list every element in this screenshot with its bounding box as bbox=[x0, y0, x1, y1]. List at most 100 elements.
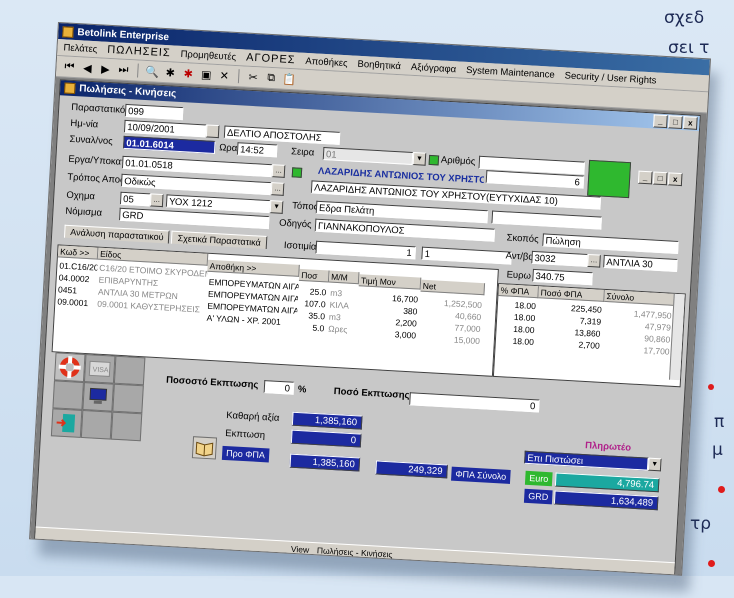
next-record-icon[interactable]: ▶ bbox=[98, 61, 113, 76]
discount-pct-field[interactable]: 0 bbox=[263, 380, 295, 395]
side-text-3: π bbox=[714, 412, 725, 432]
antitimo-label: Αντ/βα bbox=[505, 250, 535, 263]
oxima-dropdown-button[interactable]: ▼ bbox=[269, 200, 284, 214]
grid-header-pos[interactable]: Ποσ bbox=[298, 268, 330, 283]
menu-item-apothikes[interactable]: Αποθήκες bbox=[305, 55, 348, 68]
side-text-2: σει τ bbox=[668, 38, 710, 58]
menu-item-poliseis[interactable]: ΠΩΛΗΣΕΙΣ bbox=[107, 44, 171, 60]
seira-dropdown-button[interactable]: ▼ bbox=[412, 152, 427, 166]
bullet-1 bbox=[718, 486, 725, 493]
row-4-synolo[interactable]: 17,700 bbox=[601, 342, 672, 358]
grid-header-mm[interactable]: Μ/Μ bbox=[328, 270, 360, 285]
maximize-button[interactable]: □ bbox=[668, 115, 683, 129]
menu-item-security[interactable]: Security / User Rights bbox=[564, 70, 656, 86]
oxima-code-field[interactable]: 05 bbox=[119, 191, 151, 207]
menu-item-axiografa[interactable]: Αξιόγραφα bbox=[411, 61, 457, 75]
cube-icon[interactable] bbox=[52, 380, 84, 410]
tropos-field[interactable]: Οδικώς bbox=[120, 173, 272, 196]
menu-item-voithitika[interactable]: Βοηθητικά bbox=[357, 58, 401, 71]
date-label: Ημ-νία bbox=[70, 117, 99, 131]
inner-close-button[interactable]: x bbox=[667, 172, 683, 187]
inner-maximize-button[interactable]: □ bbox=[652, 171, 668, 186]
window-buttons: _ □ x bbox=[653, 114, 698, 130]
tools-icon[interactable] bbox=[112, 383, 144, 414]
blank-tile-icon[interactable] bbox=[80, 409, 113, 440]
euro-field[interactable]: 340.75 bbox=[532, 268, 593, 286]
grd-total-label: GRD bbox=[523, 488, 553, 505]
close-button[interactable]: x bbox=[682, 116, 698, 130]
row-4-kod[interactable]: 09.0001 bbox=[55, 295, 96, 309]
grid-header-timi[interactable]: Τιμή Μον bbox=[358, 274, 422, 290]
paste-icon[interactable]: 📋 bbox=[282, 72, 297, 87]
menu-item-promitheftes[interactable]: Προμηθευτές bbox=[180, 48, 236, 62]
blank-tile-2-icon[interactable] bbox=[110, 411, 143, 442]
erga-lookup-button[interactable]: … bbox=[271, 164, 286, 178]
topos-extra-field[interactable] bbox=[491, 210, 602, 230]
row-4-poso-fpa[interactable]: 2,700 bbox=[536, 336, 603, 352]
computer-icon[interactable] bbox=[82, 382, 114, 412]
discount-amount-field[interactable]: 0 bbox=[409, 392, 540, 413]
toolbar-separator bbox=[137, 63, 139, 78]
row-4-mm[interactable]: Ωρες bbox=[326, 322, 357, 336]
mdi-desktop: Πωλήσεις - Κινήσεις _ □ x Παραστατικό 09… bbox=[30, 76, 707, 576]
row-4-timi[interactable]: 3,000 bbox=[356, 326, 419, 341]
book-icon[interactable] bbox=[191, 436, 218, 460]
antitimo-code-field[interactable]: 3032 bbox=[531, 250, 588, 267]
save-icon[interactable]: ▣ bbox=[199, 67, 214, 82]
tab-analysis[interactable]: Ανάλυση παραστατικού bbox=[63, 224, 171, 244]
payment-method-dropdown-button[interactable]: ▼ bbox=[647, 457, 662, 472]
time-field[interactable]: 14:52 bbox=[236, 142, 278, 158]
toolbar-separator-2 bbox=[237, 69, 240, 84]
cut-icon[interactable]: ✂ bbox=[246, 70, 261, 85]
app-logo-icon bbox=[62, 25, 74, 38]
window-icon bbox=[64, 82, 76, 95]
grid-header-synolo[interactable]: Σύνολο bbox=[604, 289, 675, 306]
skopos-field[interactable]: Πώληση bbox=[542, 233, 679, 254]
row-4-pos[interactable]: 5.0 bbox=[296, 321, 327, 335]
seira-field[interactable]: 01 bbox=[322, 147, 414, 166]
menu-item-pelates[interactable]: Πελάτες bbox=[63, 42, 97, 55]
search-icon[interactable]: 🔍 bbox=[145, 64, 160, 79]
inner-minimize-button[interactable]: _ bbox=[637, 170, 653, 185]
clear-filter-icon[interactable]: ✱ bbox=[181, 66, 196, 81]
shapes-icon[interactable] bbox=[113, 355, 146, 386]
oxima-lookup-button[interactable]: … bbox=[149, 193, 164, 208]
isotimia-field-1[interactable]: 1 bbox=[315, 240, 417, 260]
filter-icon[interactable]: ✱ bbox=[163, 65, 178, 80]
date-field[interactable]: 10/09/2001 bbox=[123, 119, 207, 138]
grid-header-fpa-pct[interactable]: % ΦΠΑ bbox=[498, 284, 539, 299]
exit-door-icon[interactable] bbox=[50, 408, 83, 438]
lifebuoy-icon[interactable] bbox=[53, 352, 86, 383]
payment-method-select[interactable]: Επι Πιστώσει bbox=[524, 450, 649, 471]
copy-icon[interactable]: ⧉ bbox=[264, 71, 279, 86]
pro-fpa-value: 1,385,160 bbox=[289, 453, 361, 472]
parastatiko-label: Παραστατικό bbox=[70, 101, 126, 116]
visa-card-icon[interactable]: VISA bbox=[83, 354, 116, 384]
skopos-label: Σκοπός bbox=[506, 232, 539, 246]
grid-header-poso-fpa[interactable]: Ποσό ΦΠΑ bbox=[538, 286, 605, 302]
parastatiko-field[interactable]: 099 bbox=[124, 103, 184, 121]
row-4-net[interactable]: 15,000 bbox=[418, 332, 483, 348]
minimize-button[interactable]: _ bbox=[653, 114, 668, 129]
first-record-icon[interactable]: ⏮ bbox=[62, 59, 77, 74]
isotimia-field-2[interactable]: 1 bbox=[421, 246, 512, 265]
delete-icon[interactable]: ✕ bbox=[217, 68, 232, 83]
antitimo-lookup-button[interactable]: … bbox=[587, 253, 601, 268]
last-record-icon[interactable]: ⏭ bbox=[116, 62, 131, 77]
svg-text:VISA: VISA bbox=[92, 366, 109, 374]
date-picker-button[interactable] bbox=[205, 124, 220, 139]
grid-header-apothiki[interactable]: Αποθήκη >> bbox=[207, 259, 300, 277]
inner-window-buttons: _ □ x bbox=[637, 170, 695, 187]
erga-field[interactable]: 01.01.0518 bbox=[121, 155, 273, 178]
tropos-lookup-button[interactable]: … bbox=[270, 182, 285, 196]
grid-header-kod[interactable]: Κωδ >> bbox=[57, 245, 99, 260]
grid-header-net[interactable]: Net bbox=[420, 279, 486, 296]
fpa-value: 249,329 bbox=[375, 460, 448, 479]
synal-field[interactable]: 01.01.6014 bbox=[123, 135, 216, 154]
tab-related[interactable]: Σχετικά Παραστατικά bbox=[171, 230, 268, 249]
row-4-fpa-pct[interactable]: 18.00 bbox=[496, 334, 537, 348]
prev-record-icon[interactable]: ◀ bbox=[80, 60, 95, 75]
discount-pct-sign: % bbox=[297, 383, 307, 396]
menu-item-system-maintenance[interactable]: System Maintenance bbox=[466, 64, 555, 80]
menu-item-agores[interactable]: ΑΓΟΡΕΣ bbox=[246, 52, 296, 67]
